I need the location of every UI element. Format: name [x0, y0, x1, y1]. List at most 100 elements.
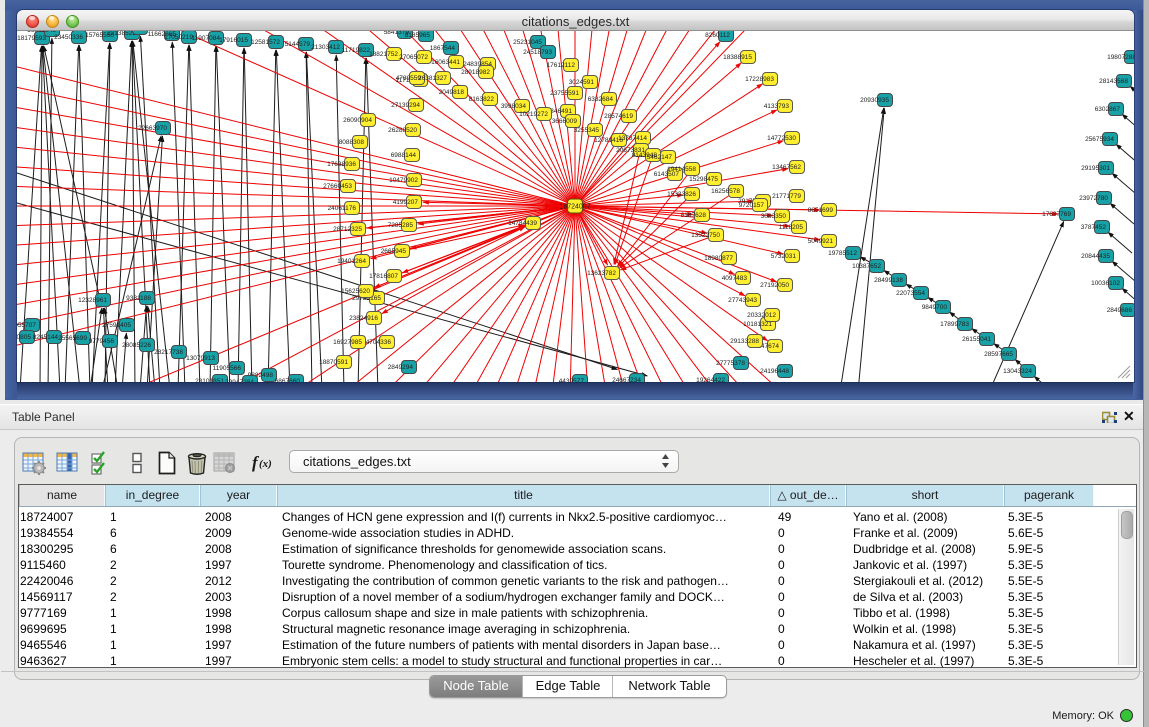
- svg-text:20844435: 20844435: [1081, 253, 1110, 260]
- svg-text:19785512: 19785512: [828, 250, 857, 257]
- svg-text:13043324: 13043324: [1003, 368, 1032, 375]
- svg-text:28597665: 28597665: [984, 351, 1013, 358]
- svg-text:19414558: 19414558: [667, 166, 696, 173]
- svg-text:17228983: 17228983: [745, 76, 774, 83]
- svg-text:26381327: 26381327: [418, 75, 447, 82]
- svg-text:5144579: 5144579: [285, 41, 311, 48]
- svg-text:1867544: 1867544: [430, 45, 456, 52]
- svg-text:6988144: 6988144: [391, 152, 417, 159]
- svg-text:22073554: 22073554: [896, 290, 925, 297]
- svg-text:8163822: 8163822: [469, 96, 495, 103]
- svg-text:28918982: 28918982: [461, 69, 490, 76]
- svg-text:16256578: 16256578: [711, 188, 740, 195]
- svg-text:9720157: 9720157: [739, 202, 765, 209]
- svg-text:25565699: 25565699: [58, 335, 87, 342]
- svg-text:19401264: 19401264: [337, 258, 366, 265]
- svg-text:12581572: 12581572: [251, 39, 280, 46]
- svg-text:17816807: 17816807: [369, 273, 398, 280]
- svg-text:2665945: 2665945: [381, 248, 407, 255]
- svg-text:11907084: 11907084: [192, 35, 221, 42]
- svg-text:27065072: 27065072: [399, 54, 428, 61]
- svg-text:17899783: 17899783: [940, 321, 969, 328]
- svg-text:24196448: 24196448: [760, 368, 789, 375]
- svg-text:8245144: 8245144: [33, 334, 59, 341]
- svg-text:8260112: 8260112: [705, 32, 730, 39]
- svg-text:18388915: 18388915: [723, 54, 752, 61]
- svg-text:14772530: 14772530: [767, 135, 796, 142]
- svg-text:4199207: 4199207: [393, 199, 419, 206]
- svg-text:29133288: 29133288: [730, 338, 759, 345]
- svg-text:17050219: 17050219: [164, 34, 193, 41]
- svg-text:13079913: 13079913: [186, 355, 215, 362]
- svg-text:18870591: 18870591: [319, 359, 348, 366]
- svg-text:4704336: 4704336: [366, 339, 392, 346]
- svg-text:28085226: 28085226: [122, 342, 151, 349]
- svg-text:13522750: 13522750: [691, 232, 720, 239]
- svg-text:13787414: 13787414: [618, 135, 647, 142]
- svg-text:5462147: 5462147: [647, 154, 673, 161]
- svg-text:24518793: 24518793: [523, 49, 552, 56]
- svg-text:23824916: 23824916: [349, 315, 378, 322]
- svg-text:14784439: 14784439: [508, 220, 537, 227]
- svg-text:29195301: 29195301: [1081, 165, 1110, 172]
- svg-text:27660453: 27660453: [323, 183, 352, 190]
- svg-text:15333826: 15333826: [667, 191, 696, 198]
- svg-text:29947284: 29947284: [225, 379, 254, 382]
- svg-text:19807288: 19807288: [1107, 54, 1134, 61]
- svg-text:8185965: 8185965: [405, 32, 431, 39]
- svg-text:17688936: 17688936: [327, 161, 356, 168]
- svg-text:11719822: 11719822: [342, 47, 371, 54]
- svg-text:5732031: 5732031: [771, 253, 797, 260]
- svg-text:28217738: 28217738: [154, 349, 183, 356]
- svg-text:23755591: 23755591: [550, 90, 579, 97]
- svg-text:3083350: 3083350: [761, 213, 787, 220]
- svg-text:2049818: 2049818: [439, 89, 465, 96]
- svg-text:15625620: 15625620: [341, 288, 370, 295]
- svg-text:13623782: 13623782: [587, 270, 616, 277]
- svg-text:16927985: 16927985: [333, 339, 362, 346]
- svg-text:8088308: 8088308: [339, 139, 365, 146]
- svg-text:22663970: 22663970: [138, 125, 167, 132]
- svg-text:15298475: 15298475: [689, 176, 718, 183]
- svg-text:9055707: 9055707: [17, 322, 36, 329]
- svg-text:28101851: 28101851: [195, 378, 224, 382]
- svg-text:20930935: 20930935: [860, 97, 889, 104]
- svg-text:9849700: 9849700: [922, 304, 948, 311]
- svg-text:28143568: 28143568: [1099, 78, 1128, 85]
- svg-text:3998034: 3998034: [501, 103, 527, 110]
- svg-text:4133793: 4133793: [764, 103, 790, 110]
- svg-text:26155041: 26155041: [962, 336, 991, 343]
- svg-text:26288520: 26288520: [388, 127, 417, 134]
- svg-text:9381188: 9381188: [126, 295, 151, 302]
- svg-text:8651699: 8651699: [808, 207, 834, 214]
- svg-text:4439577: 4439577: [559, 378, 585, 382]
- svg-text:18179593: 18179593: [17, 35, 46, 42]
- svg-text:25231045: 25231045: [513, 39, 542, 46]
- svg-text:27192050: 27192050: [760, 282, 789, 289]
- svg-text:4097483: 4097483: [722, 275, 748, 282]
- svg-text:18724007: 18724007: [559, 204, 590, 211]
- svg-text:10036102: 10036102: [1091, 280, 1120, 287]
- svg-text:28070805: 28070805: [17, 334, 31, 341]
- svg-text:5049921: 5049921: [808, 238, 834, 245]
- svg-text:18821752: 18821752: [369, 51, 398, 58]
- svg-text:27139294: 27139294: [391, 102, 420, 109]
- svg-text:2849294: 2849294: [388, 364, 414, 371]
- svg-text:23450336: 23450336: [54, 34, 83, 41]
- svg-text:16063441: 16063441: [431, 59, 460, 66]
- svg-text:10387652: 10387652: [852, 263, 881, 270]
- svg-text:20332012: 20332012: [747, 312, 776, 319]
- svg-text:1118205: 1118205: [779, 224, 804, 231]
- svg-text:10219272: 10219272: [519, 111, 548, 118]
- svg-text:28712325: 28712325: [333, 226, 362, 233]
- svg-text:16541848: 16541848: [27, 31, 56, 34]
- svg-text:23972780: 23972780: [1079, 195, 1108, 202]
- svg-text:18980877: 18980877: [704, 255, 733, 262]
- svg-text:21303412: 21303412: [311, 44, 340, 51]
- svg-text:24061176: 24061176: [328, 205, 357, 212]
- svg-text:3787452: 3787452: [1081, 224, 1107, 231]
- svg-text:9779456: 9779456: [89, 338, 115, 345]
- svg-text:8187628: 8187628: [681, 212, 707, 219]
- svg-text:19264422: 19264422: [696, 377, 725, 382]
- svg-text:17637769: 17637769: [1042, 211, 1071, 218]
